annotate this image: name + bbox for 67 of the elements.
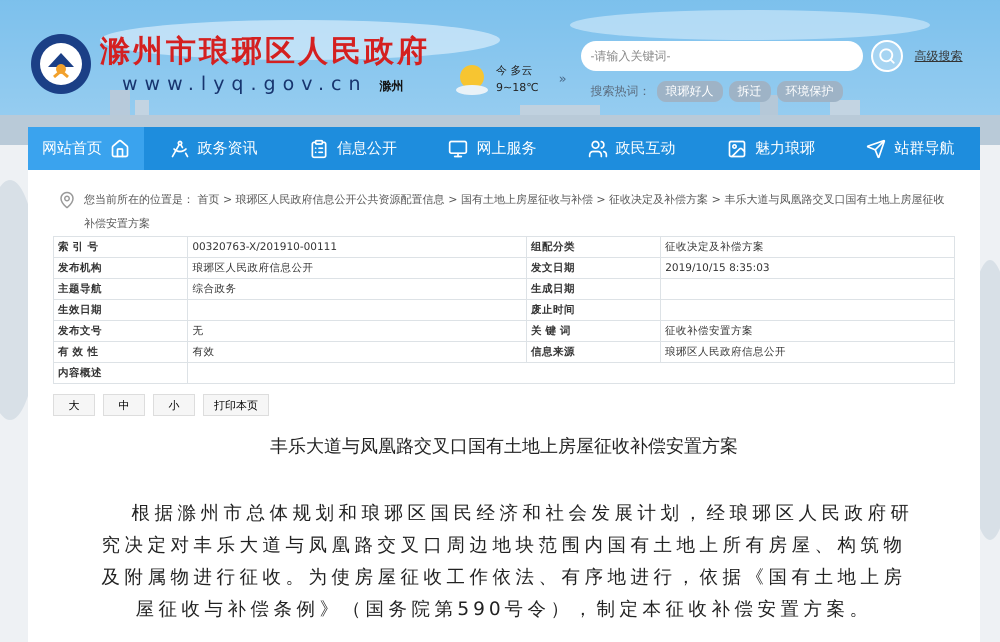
field-label: 发布机构 <box>54 258 188 278</box>
field-value: 征收决定及补偿方案 <box>660 236 954 258</box>
nav-label: 网站首页 <box>42 139 102 158</box>
advanced-search-link[interactable]: 高级搜索 <box>914 48 963 64</box>
clipboard-icon <box>308 138 329 158</box>
nav-item[interactable]: 政民互动 <box>562 127 702 170</box>
home-icon <box>110 138 130 158</box>
article-title: 丰乐大道与凤凰路交叉口国有土地上房屋征收补偿安置方案 <box>269 435 739 458</box>
field-label: 主题导航 <box>54 278 188 300</box>
temperature-range: 9~18℃ <box>496 80 539 96</box>
search-button[interactable] <box>870 40 903 72</box>
nav-item[interactable]: 网站首页 <box>28 127 144 170</box>
field-label: 发文日期 <box>526 258 661 278</box>
nav-label: 政民互动 <box>616 139 676 158</box>
field-label: 索 引 号 <box>54 236 188 258</box>
field-value: 琅琊区人民政府信息公开 <box>188 258 526 278</box>
font-size-button[interactable]: 大 <box>53 394 95 416</box>
image-icon <box>726 138 747 158</box>
field-label: 信息来源 <box>526 342 661 362</box>
more-weather-link[interactable]: » <box>558 72 567 86</box>
field-label: 有 效 性 <box>54 342 188 362</box>
search-field[interactable]: -请输入关键词- <box>580 41 863 71</box>
site-title: 滁州市琅琊区人民政府 <box>100 33 430 71</box>
field-label: 关 键 词 <box>526 320 661 342</box>
city-name: 滁州 <box>380 78 404 95</box>
field-value: 00320763-X/201910-00111 <box>188 236 526 258</box>
field-label: 发布文号 <box>54 320 188 342</box>
sun-cloud-icon <box>454 63 490 95</box>
field-value: 有效 <box>188 342 526 362</box>
hot-word-tag[interactable]: 琅琊好人 <box>656 81 723 102</box>
field-label: 废止时间 <box>526 300 661 320</box>
users-icon <box>588 138 608 158</box>
hot-word-tag[interactable]: 环境保护 <box>776 81 843 102</box>
nav-item[interactable]: 政务资讯 <box>144 127 284 170</box>
field-label: 生效日期 <box>54 300 188 320</box>
nav-item[interactable]: 魅力琅琊 <box>701 127 841 170</box>
nav-item[interactable]: 网上服务 <box>422 127 562 170</box>
font-size-button[interactable]: 小 <box>153 394 195 416</box>
nav-label: 政务资讯 <box>198 139 258 158</box>
field-value: 综合政务 <box>188 278 526 300</box>
field-label: 内容概述 <box>54 362 188 384</box>
field-label: 生成日期 <box>526 278 661 300</box>
drafting-compass-icon <box>170 138 190 158</box>
field-value: 无 <box>188 320 526 342</box>
nav-item[interactable]: 信息公开 <box>283 127 423 170</box>
article-paragraph: 根据滁州市总体规划和琅琊区国民经济和社会发展计划，经琅琊区人民政府研究决定对丰乐大道与凤凰路交叉口周边地块范围内国有土地上所有房屋、构筑物及附属物进行征收。为使房屋征收工作依法、有序地进行，依据《国有土地上房屋征收与补偿条例》（国务院第590号令），制定本征收补偿安置方案。 <box>100 502 914 622</box>
navigation-icon <box>866 138 886 158</box>
site-url: www.lyq.gov.cn <box>121 73 368 95</box>
nav-label: 站群导航 <box>894 139 954 158</box>
hot-word-tag[interactable]: 拆迁 <box>728 81 771 102</box>
weather-condition: 今 多云 <box>496 63 534 79</box>
nav-label: 网上服务 <box>476 139 536 158</box>
search-icon <box>878 47 896 65</box>
breadcrumb: 您当前所在的位置是： 首页 > 琅琊区人民政府信息公开公共资源配置信息 > 国有土地上房屋征收与补偿 > 征收决定及补偿方案 > 丰乐大道与凤凰路交叉口国有土地上房屋征收补偿安置方案 <box>84 192 946 232</box>
field-label: 组配分类 <box>526 236 661 258</box>
nav-item[interactable]: 站群导航 <box>840 127 980 170</box>
field-value: 2019/10/15 8:35:03 <box>660 258 954 278</box>
font-size-button[interactable]: 中 <box>103 394 145 416</box>
hot-words-label: 搜索热词： <box>590 83 651 100</box>
nav-label: 魅力琅琊 <box>754 139 815 158</box>
field-value: 琅琊区人民政府信息公开 <box>660 342 954 362</box>
logo-icon <box>30 33 92 95</box>
font-size-button[interactable]: 打印本页 <box>203 394 269 416</box>
monitor-icon <box>448 138 468 158</box>
field-value: 征收补偿安置方案 <box>660 320 954 342</box>
nav-label: 信息公开 <box>336 139 397 158</box>
location-icon <box>58 191 76 209</box>
